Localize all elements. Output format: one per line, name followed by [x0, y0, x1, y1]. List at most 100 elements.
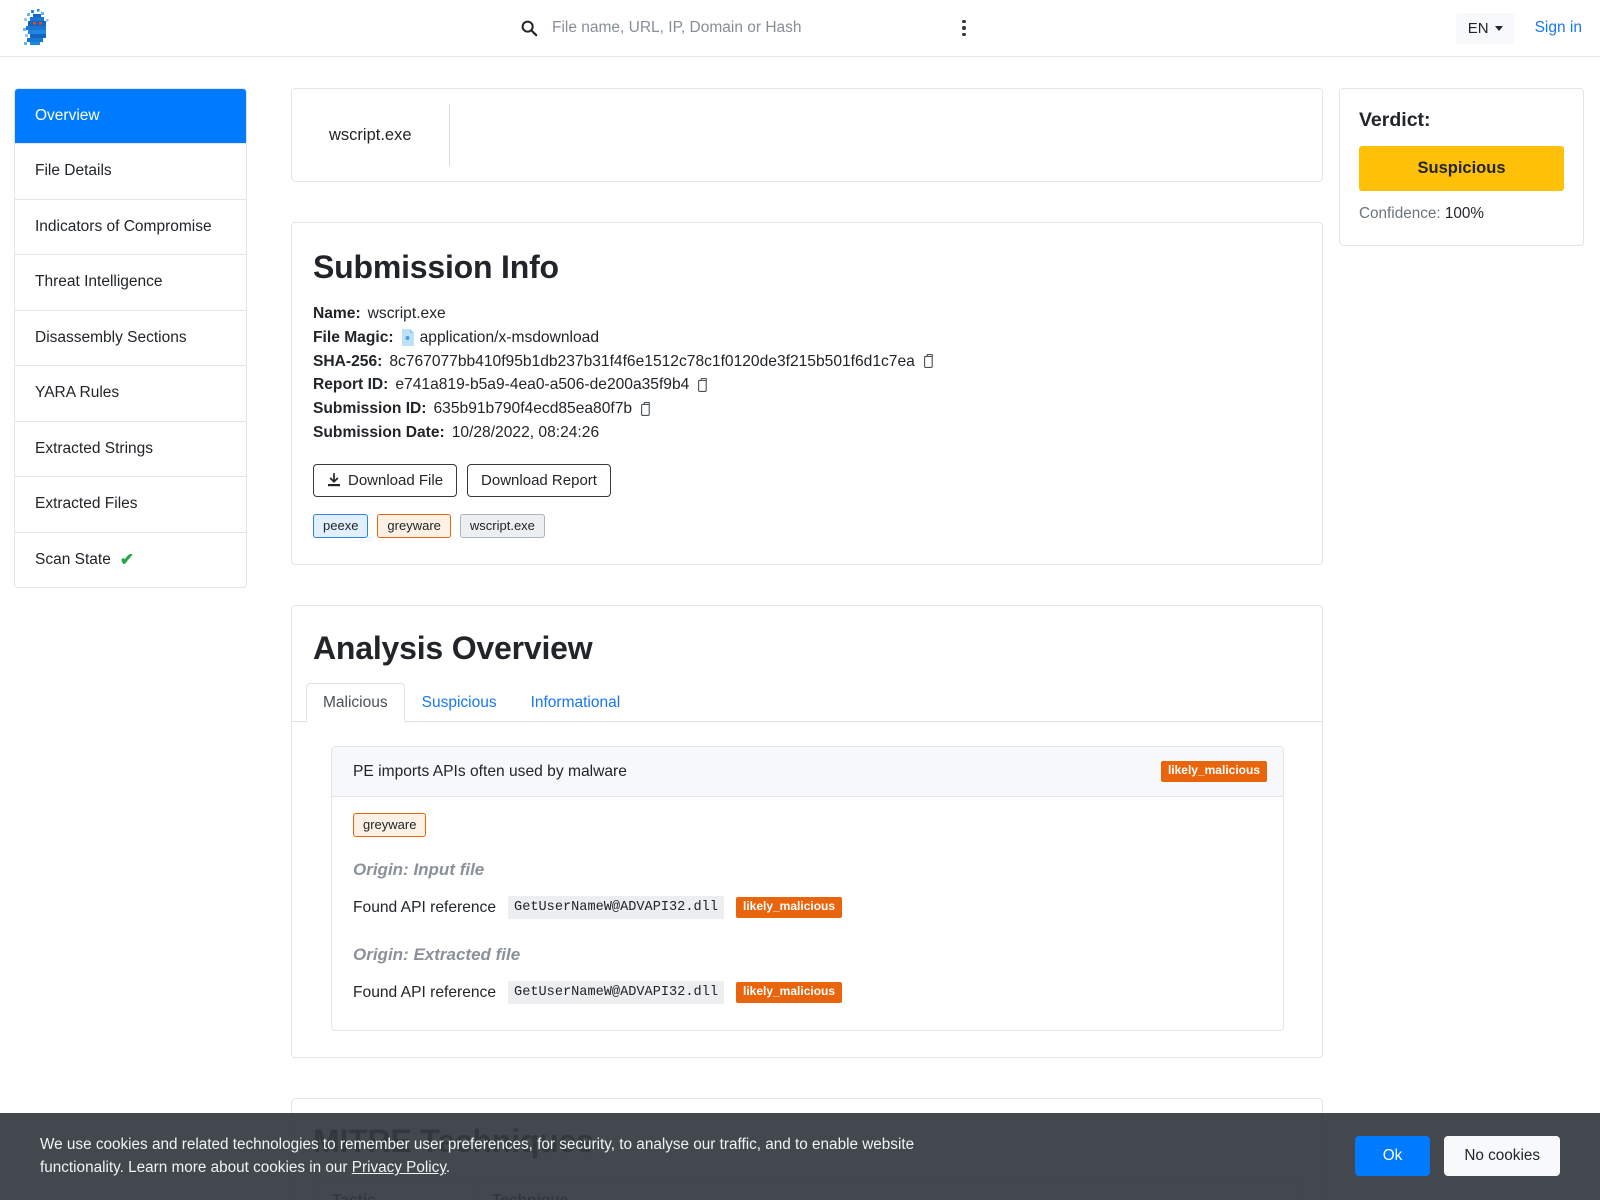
more-options-icon[interactable]: [955, 17, 973, 39]
submission-id-label: Submission ID:: [313, 400, 427, 418]
top-header: EN Sign in: [0, 0, 1600, 57]
finding-card: PE imports APIs often used by malware li…: [331, 746, 1284, 1032]
language-label: EN: [1467, 19, 1489, 37]
api-reference-value: GetUserNameW@ADVAPI32.dll: [508, 981, 724, 1005]
tag-filename[interactable]: wscript.exe: [459, 513, 545, 539]
info-row-file-magic: File Magic: application/x-msdownload: [313, 326, 1302, 350]
download-report-button[interactable]: Download Report: [467, 463, 611, 497]
finding-severity-badge: likely_malicious: [1160, 761, 1267, 783]
copy-icon[interactable]: [923, 354, 935, 369]
file-magic-value: application/x-msdownload: [419, 328, 600, 346]
api-severity-badge: likely_malicious: [735, 897, 843, 919]
analysis-overview-card: Analysis Overview Malicious Suspicious I…: [291, 605, 1323, 1059]
api-reference-row: Found API reference GetUserNameW@ADVAPI3…: [353, 981, 1262, 1005]
sidebar-item-indicators-of-compromise[interactable]: Indicators of Compromise: [15, 200, 246, 256]
analysis-tabs: Malicious Suspicious Informational: [292, 683, 1322, 723]
sidebar-item-label: Scan State: [35, 550, 111, 568]
cookie-text-part2: .: [445, 1159, 451, 1177]
sidebar-item-overview[interactable]: Overview: [15, 89, 246, 145]
report-id-value: e741a819-b5a9-4ea0-a506-de200a35f9b4: [395, 376, 690, 394]
site-logo[interactable]: [18, 8, 56, 48]
sha256-value: 8c767077bb410f95b1db237b31f4f6e1512c78c1…: [389, 352, 915, 370]
privacy-policy-link[interactable]: Privacy Policy: [352, 1159, 446, 1176]
info-row-report-id: Report ID: e741a819-b5a9-4ea0-a506-de200…: [313, 373, 1302, 397]
sidebar-item-label: YARA Rules: [35, 384, 120, 402]
tab-informational[interactable]: Informational: [514, 683, 638, 722]
file-name-card: wscript.exe: [291, 88, 1323, 182]
cookie-buttons: Ok No cookies: [1354, 1136, 1560, 1177]
copy-icon[interactable]: [641, 402, 652, 417]
report-id-label: Report ID:: [313, 376, 389, 394]
check-icon: ✔: [119, 550, 135, 570]
sidebar-nav: Overview File Details Indicators of Comp…: [14, 88, 247, 589]
finding-header[interactable]: PE imports APIs often used by malware li…: [332, 747, 1283, 798]
name-label: Name:: [313, 305, 361, 322]
tab-suspicious[interactable]: Suspicious: [405, 683, 514, 722]
verdict-column: Verdict: Suspicious Confidence: 100%: [1339, 88, 1584, 246]
sidebar-item-yara-rules[interactable]: YARA Rules: [15, 366, 246, 422]
decline-cookies-button[interactable]: No cookies: [1444, 1136, 1560, 1177]
submission-info-title: Submission Info: [313, 249, 559, 285]
joe-sandbox-logo-icon: [23, 9, 49, 45]
verdict-badge: Suspicious: [1359, 146, 1564, 191]
tab-malicious[interactable]: Malicious: [306, 683, 405, 723]
sha256-label: SHA-256:: [313, 352, 383, 370]
file-magic-label: File Magic:: [313, 328, 394, 346]
accept-cookies-button[interactable]: Ok: [1354, 1136, 1431, 1177]
search-icon: [521, 20, 538, 37]
tag-greyware[interactable]: greyware: [377, 513, 451, 539]
info-row-sha256: SHA-256: 8c767077bb410f95b1db237b31f4f6e…: [313, 350, 1302, 374]
api-reference-text: Found API reference: [353, 983, 497, 1001]
verdict-card: Verdict: Suspicious Confidence: 100%: [1339, 88, 1584, 246]
download-icon: [328, 473, 340, 487]
tag-peexe[interactable]: peexe: [313, 513, 369, 539]
name-value: wscript.exe: [367, 305, 446, 322]
sign-in-link[interactable]: Sign in: [1535, 19, 1582, 37]
sidebar-item-label: Extracted Strings: [35, 439, 154, 457]
chevron-down-icon: [1494, 25, 1503, 31]
sidebar-item-disassembly-sections[interactable]: Disassembly Sections: [15, 311, 246, 367]
download-report-label: Download Report: [481, 471, 597, 489]
confidence-label: Confidence:: [1359, 205, 1441, 222]
confidence-row: Confidence: 100%: [1359, 205, 1564, 223]
cookie-text-part1: We use cookies and related technologies …: [40, 1135, 915, 1177]
file-name-label: wscript.exe: [329, 104, 450, 166]
sidebar-item-file-details[interactable]: File Details: [15, 144, 246, 200]
confidence-value: 100%: [1444, 205, 1485, 222]
sidebar-item-extracted-files[interactable]: Extracted Files: [15, 477, 246, 533]
info-row-name: Name: wscript.exe: [313, 302, 1302, 326]
finding-tag-greyware[interactable]: greyware: [353, 813, 427, 838]
api-severity-badge: likely_malicious: [735, 982, 843, 1004]
submission-date-label: Submission Date:: [313, 423, 445, 441]
sidebar-item-label: File Details: [35, 162, 112, 180]
submission-id-value: 635b91b790f4ecd85ea80f7b: [433, 400, 633, 418]
api-reference-value: GetUserNameW@ADVAPI32.dll: [508, 896, 724, 920]
page-layout: Overview File Details Indicators of Comp…: [0, 57, 1600, 1200]
finding-body: greyware Origin: Input file Found API re…: [332, 797, 1283, 1030]
sidebar-item-extracted-strings[interactable]: Extracted Strings: [15, 422, 246, 478]
main-content: wscript.exe Submission Info Name: wscrip…: [247, 88, 1339, 1200]
search-bar[interactable]: [520, 18, 950, 38]
sidebar-item-scan-state[interactable]: Scan State ✔: [15, 533, 246, 587]
api-reference-text: Found API reference: [353, 898, 497, 916]
search-input[interactable]: [550, 18, 950, 38]
download-buttons: Download File Download Report: [313, 463, 1302, 497]
cookie-consent-banner: We use cookies and related technologies …: [0, 1112, 1600, 1200]
submission-date-value: 10/28/2022, 08:24:26: [451, 423, 600, 441]
download-file-label: Download File: [348, 471, 444, 489]
cookie-consent-text: We use cookies and related technologies …: [40, 1133, 940, 1180]
info-row-submission-id: Submission ID: 635b91b790f4ecd85ea80f7b: [313, 397, 1302, 421]
sidebar-item-threat-intelligence[interactable]: Threat Intelligence: [15, 255, 246, 311]
info-row-submission-date: Submission Date: 10/28/2022, 08:24:26: [313, 421, 1302, 445]
sidebar-item-label: Disassembly Sections: [35, 328, 187, 346]
language-selector[interactable]: EN: [1455, 12, 1515, 44]
file-document-icon: [401, 329, 414, 347]
download-file-button[interactable]: Download File: [313, 463, 458, 497]
sidebar-item-label: Extracted Files: [35, 495, 138, 513]
sidebar-item-label: Threat Intelligence: [35, 273, 163, 291]
header-right-actions: EN Sign in: [1455, 12, 1582, 44]
verdict-label: Verdict:: [1359, 109, 1431, 131]
copy-icon[interactable]: [698, 378, 709, 393]
file-tags: peexe greyware wscript.exe: [313, 513, 1302, 539]
sidebar-item-label: Indicators of Compromise: [35, 217, 212, 235]
